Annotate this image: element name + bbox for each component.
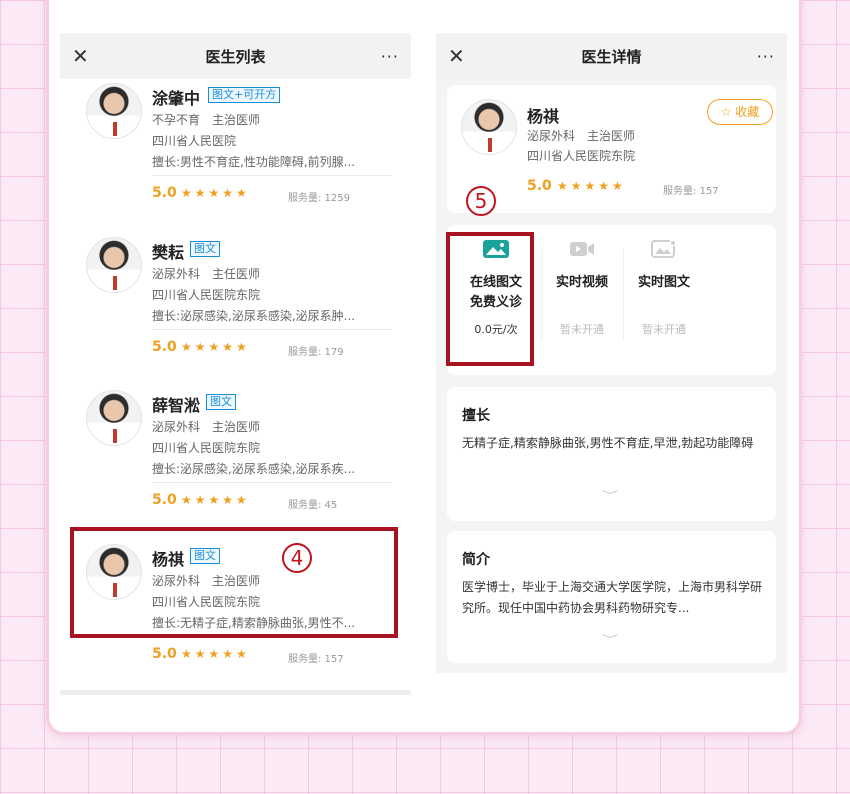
- service-tag: 图文: [190, 241, 220, 257]
- divider: [152, 482, 392, 483]
- section-title: 简介: [462, 552, 490, 568]
- nav-bar: ✕ 医生列表 ···: [60, 33, 411, 79]
- chevron-down-icon[interactable]: ﹀: [602, 631, 618, 646]
- service-tag: 图文+可开方: [208, 87, 281, 103]
- chevron-down-icon[interactable]: ﹀: [602, 487, 618, 502]
- service-count: 服务量: 45: [288, 500, 338, 511]
- favorite-label: 收藏: [735, 105, 760, 119]
- star-outline-icon: ☆: [720, 105, 732, 119]
- expertise-text: 无精子症,精索静脉曲张,男性不育症,早泄,勃起功能障碍: [462, 436, 754, 450]
- highlight-box-service: [446, 232, 534, 366]
- rating-score: 5.0: [527, 178, 552, 194]
- rating-stars: ★★★★★: [181, 647, 250, 661]
- divider: [152, 329, 392, 330]
- nav-bar: ✕ 医生详情 ···: [436, 33, 787, 79]
- doctor-expertise: 擅长:泌尿感染,泌尿系感染,泌尿系肿...: [152, 309, 356, 323]
- rating-score: 5.0: [152, 185, 177, 201]
- close-icon[interactable]: ✕: [448, 44, 472, 68]
- avatar: [86, 83, 142, 139]
- rating-stars: ★★★★★: [181, 340, 250, 354]
- service-count: 服务量: 157: [288, 654, 344, 665]
- doctor-list-item[interactable]: 薛智淞 图文 泌尿外科 主治医师 四川省人民医院东院 擅长:泌尿感染,泌尿系感染…: [60, 386, 411, 536]
- doctor-list-item[interactable]: 樊耘 图文 泌尿外科 主任医师 四川省人民医院东院 擅长:泌尿感染,泌尿系感染,…: [60, 233, 411, 383]
- doctor-dept: 泌尿外科 主任医师: [152, 267, 261, 281]
- doctor-dept: 泌尿外科 主治医师: [152, 420, 261, 434]
- rating-score: 5.0: [152, 339, 177, 355]
- rating-stars: ★★★★★: [181, 493, 250, 507]
- doctor-name: 樊耘: [152, 243, 185, 262]
- intro-card: 简介 医学博士，毕业于上海交通大学医学院，上海市男科学研究所。现任中国中药协会男…: [447, 531, 776, 663]
- rating-score: 5.0: [152, 646, 177, 662]
- service-count: 服务量: 157: [663, 186, 719, 197]
- service-count: 服务量: 179: [288, 347, 344, 358]
- service-title: 实时图文: [637, 275, 690, 290]
- page-title: 医生列表: [205, 47, 266, 66]
- service-status: 暂未开通: [560, 323, 604, 336]
- avatar: [86, 237, 142, 293]
- video-icon: [570, 242, 594, 256]
- doctor-profile-card: 杨祺 泌尿外科 主治医师 四川省人民医院东院 5.0 ★★★★★ 服务量: 15…: [447, 85, 776, 213]
- doctor-name: 杨祺: [527, 107, 560, 126]
- step-marker-4: 4: [282, 543, 312, 573]
- expertise-card: 擅长 无精子症,精索静脉曲张,男性不育症,早泄,勃起功能障碍 ﹀: [447, 387, 776, 521]
- more-icon[interactable]: ···: [751, 47, 775, 66]
- rating-score: 5.0: [152, 492, 177, 508]
- scroll-bottom-bar: [60, 690, 411, 695]
- avatar: [86, 390, 142, 446]
- service-count: 服务量: 1259: [288, 193, 350, 204]
- divider: [152, 175, 392, 176]
- service-tag: 图文: [206, 394, 236, 410]
- doctor-name: 薛智淞: [152, 396, 201, 415]
- highlight-box-doctor: [70, 527, 398, 638]
- doctor-hospital: 四川省人民医院东院: [152, 288, 261, 302]
- section-title: 擅长: [462, 408, 490, 424]
- more-icon[interactable]: ···: [375, 47, 399, 66]
- service-option-video[interactable]: 实时视频 暂未开通: [541, 225, 623, 359]
- intro-text: 医学博士，毕业于上海交通大学医学院，上海市男科学研究所。现任中国中药协会男科药物…: [462, 580, 763, 615]
- favorite-button[interactable]: ☆ 收藏: [707, 99, 773, 125]
- close-icon[interactable]: ✕: [72, 44, 96, 68]
- image-edit-icon: [651, 240, 676, 258]
- doctor-hospital: 四川省人民医院东院: [152, 441, 261, 455]
- doctor-dept: 不孕不育 主治医师: [152, 113, 261, 127]
- doctor-dept: 泌尿外科 主治医师: [527, 129, 636, 143]
- doctor-expertise: 擅长:泌尿感染,泌尿系感染,泌尿系疾...: [152, 462, 356, 476]
- service-status: 暂未开通: [642, 323, 686, 336]
- doctor-name: 涂肇中: [152, 89, 201, 108]
- service-title: 实时视频: [555, 275, 608, 290]
- doctor-list-item[interactable]: 涂肇中 图文+可开方 不孕不育 主治医师 四川省人民医院 擅长:男性不育症,性功…: [60, 79, 411, 229]
- doctor-hospital: 四川省人民医院东院: [527, 149, 636, 163]
- avatar: [461, 99, 517, 155]
- step-marker-5: 5: [466, 186, 496, 216]
- doctor-expertise: 擅长:男性不育症,性功能障碍,前列腺...: [152, 155, 356, 169]
- page-title: 医生详情: [581, 47, 642, 66]
- service-option-realtime-image[interactable]: 实时图文 暂未开通: [623, 225, 705, 359]
- rating-stars: ★★★★★: [181, 186, 250, 200]
- rating-stars: ★★★★★: [557, 179, 626, 193]
- doctor-hospital: 四川省人民医院: [152, 134, 237, 148]
